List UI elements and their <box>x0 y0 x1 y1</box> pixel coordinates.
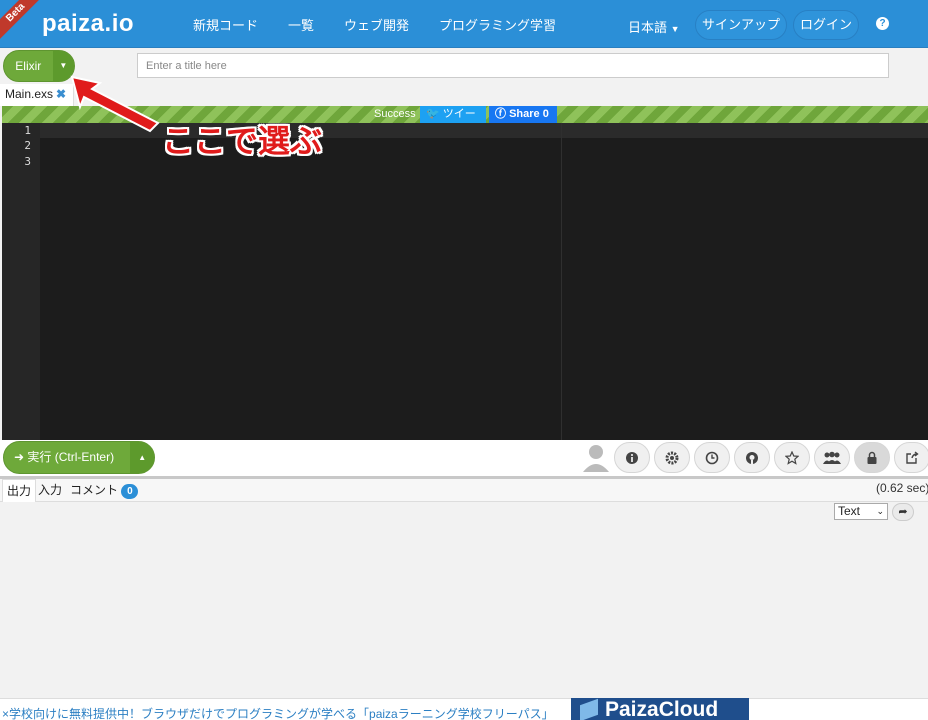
nav-new-code[interactable]: 新規コード <box>193 15 258 34</box>
star-icon[interactable] <box>774 442 810 473</box>
share-label: Share 0 <box>509 108 549 120</box>
group-icon[interactable] <box>814 442 850 473</box>
caret-up-icon[interactable]: ▲ <box>130 442 154 473</box>
tab-comment-label: コメント <box>70 483 119 497</box>
gear-icon[interactable] <box>654 442 690 473</box>
output-share-icon[interactable]: ➦ <box>892 503 914 521</box>
nav-list[interactable]: 一覧 <box>288 15 314 34</box>
annotation-text: ここで選ぶ <box>162 123 323 159</box>
line-number: 1 <box>24 124 31 137</box>
tab-output[interactable]: 出力 <box>2 479 37 502</box>
play-icon: ➜ <box>14 450 25 464</box>
print-margin <box>561 123 562 440</box>
output-format-select[interactable]: Text ⌄ <box>834 503 888 520</box>
code-editor[interactable] <box>2 123 928 440</box>
line-number: 2 <box>24 139 31 152</box>
annotation-arrow <box>70 75 160 133</box>
facebook-share-button[interactable]: ⓕ Share 0 <box>489 106 557 123</box>
title-input[interactable] <box>137 53 889 78</box>
tweet-button[interactable]: 🐦 ツイート <box>420 106 486 137</box>
help-icon[interactable]: ? <box>876 17 889 30</box>
line-gutter <box>2 123 40 440</box>
promo-link[interactable]: ×学校向けに無料提供中！ブラウザだけでプログラミングが学べる「paizaラーニン… <box>2 705 554 720</box>
login-button[interactable]: ログイン <box>793 10 859 40</box>
promo-text: 学校向けに無料提供中！ブラウザだけでプログラミングが学べる「paizaラーニング… <box>9 707 554 720</box>
nav-learning[interactable]: プログラミング学習 <box>439 15 556 34</box>
info-icon[interactable] <box>614 442 650 473</box>
github-icon[interactable] <box>734 442 770 473</box>
clock-icon[interactable] <box>694 442 730 473</box>
output-format-value: Text <box>838 504 861 518</box>
language-label: 日本語 <box>628 20 668 35</box>
run-button[interactable]: ➜ 実行 (Ctrl-Enter) ▲ <box>3 441 155 474</box>
status-text: Success <box>374 108 416 120</box>
language-dropdown[interactable]: 日本語 ▼ <box>628 17 680 36</box>
language-select-label: Elixir <box>15 59 42 73</box>
run-text: 実行 (Ctrl-Enter) <box>27 450 115 464</box>
lock-icon[interactable] <box>854 442 890 473</box>
chevron-down-icon: ⌄ <box>876 506 884 516</box>
paiza-logo[interactable]: paiza.io <box>42 10 134 38</box>
close-icon[interactable]: × <box>2 707 9 720</box>
run-label: ➜ 実行 (Ctrl-Enter) <box>4 442 130 473</box>
share-icon[interactable] <box>894 442 928 473</box>
execution-time: (0.62 sec) <box>876 481 928 495</box>
main-nav: 新規コード 一覧 ウェブ開発 プログラミング学習 <box>193 0 586 48</box>
user-avatar-icon[interactable] <box>581 442 611 472</box>
tab-comment[interactable]: コメント 0 <box>66 479 142 502</box>
signup-button[interactable]: サインアップ <box>695 10 787 40</box>
nav-web-dev[interactable]: ウェブ開発 <box>344 15 409 34</box>
caret-down-icon: ▼ <box>670 24 680 34</box>
close-icon[interactable]: ✖ <box>56 87 66 101</box>
language-select-button[interactable]: Elixir ▼ <box>3 50 75 82</box>
file-tab-label: Main.exs <box>5 87 54 101</box>
comment-count-badge: 0 <box>121 484 139 499</box>
facebook-icon: ⓕ <box>495 108 506 120</box>
file-tab-main[interactable]: Main.exs ✖ <box>0 84 74 106</box>
output-panel <box>2 502 928 698</box>
twitter-icon: 🐦 <box>426 108 440 120</box>
tab-input[interactable]: 入力 <box>34 479 66 502</box>
line-number: 3 <box>24 155 31 168</box>
